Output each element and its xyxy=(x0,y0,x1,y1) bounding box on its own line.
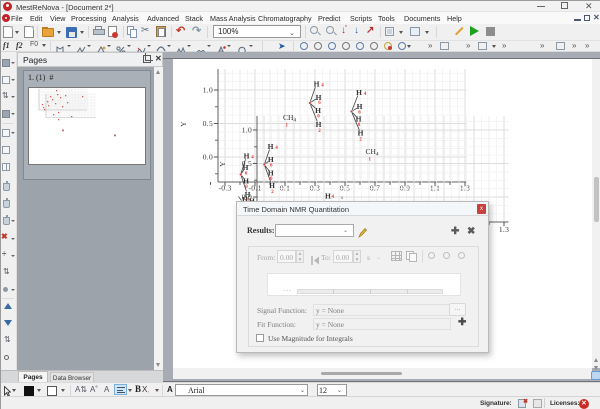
svg-text:H: H xyxy=(358,129,364,138)
svg-text:0.7: 0.7 xyxy=(370,184,380,193)
svg-text:0.5: 0.5 xyxy=(340,184,350,193)
svg-text:1.0: 1.0 xyxy=(242,126,252,135)
svg-text:H: H xyxy=(268,142,274,151)
svg-text:H: H xyxy=(325,192,331,201)
svg-text:Y: Y xyxy=(218,161,227,167)
svg-text:0.3: 0.3 xyxy=(310,184,320,193)
svg-text:CH4: CH4 xyxy=(283,113,296,124)
svg-text:2: 2 xyxy=(271,190,274,195)
svg-text:1: 1 xyxy=(369,158,372,163)
svg-text:4: 4 xyxy=(321,84,324,89)
svg-text:4: 4 xyxy=(251,156,254,161)
svg-text:H: H xyxy=(244,152,250,161)
svg-text:1.3: 1.3 xyxy=(499,225,509,234)
svg-text:1.1: 1.1 xyxy=(430,184,440,193)
svg-text:H: H xyxy=(269,181,275,190)
svg-text:H: H xyxy=(316,120,322,129)
svg-text:0.1: 0.1 xyxy=(280,184,290,193)
svg-text:-0.3: -0.3 xyxy=(218,184,231,193)
svg-text:1.3: 1.3 xyxy=(460,184,470,193)
svg-text:0.0: 0.0 xyxy=(203,153,213,162)
svg-text:0.9: 0.9 xyxy=(400,184,410,193)
svg-text:-0.1: -0.1 xyxy=(248,184,261,193)
svg-text:H: H xyxy=(356,88,362,97)
svg-text:4: 4 xyxy=(364,92,367,97)
svg-text:H: H xyxy=(314,80,320,89)
svg-text:1: 1 xyxy=(286,124,289,129)
svg-text:1.0: 1.0 xyxy=(203,86,213,95)
svg-text:0.5: 0.5 xyxy=(203,119,213,128)
svg-text:Y: Y xyxy=(179,121,188,127)
